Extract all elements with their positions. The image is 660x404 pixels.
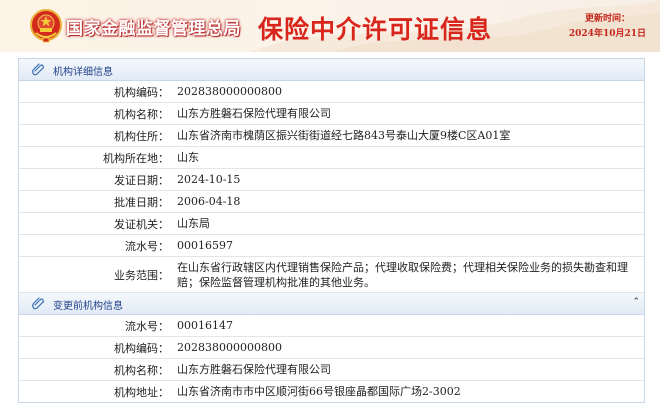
table-row: 机构所在地： 山东 (19, 147, 644, 169)
table-row: 流水号： 00016147 (19, 315, 644, 337)
national-emblem-icon (30, 9, 62, 43)
field-label: 发证机关： (114, 217, 169, 231)
field-label: 机构名称： (114, 107, 169, 121)
field-value: 202838000000800 (177, 341, 282, 354)
table-row: 机构编码： 202838000000800 (19, 337, 644, 359)
field-label: 业务范围： (114, 268, 169, 282)
page-title: 保险中介许可证信息 (258, 15, 493, 44)
table-row: 机构名称： 山东方胜磐石保险代理有限公司 (19, 103, 644, 125)
field-label: 流水号： (125, 319, 169, 333)
table-row: 批准日期： 2006-04-18 (19, 191, 644, 213)
paperclip-icon (32, 63, 44, 76)
field-value: 山东 (177, 151, 199, 164)
field-value: 山东方胜磐石保险代理有限公司 (177, 363, 331, 376)
section-title-previous: 变更前机构信息 (53, 301, 123, 312)
field-value: 2024-10-15 (177, 173, 241, 186)
field-label: 机构地址： (114, 385, 169, 399)
table-row: 业务范围： 在山东省行政辖区内代理销售保险产品；代理收取保险费；代理相关保险业务… (19, 257, 644, 293)
field-value: 山东省济南市市中区顺河街66号银座晶都国际广场2-3002 (177, 385, 461, 398)
field-label: 机构编码： (114, 85, 169, 99)
field-value: 在山东省行政辖区内代理销售保险产品；代理收取保险费；代理相关保险业务的损失勘查和… (177, 260, 628, 289)
paperclip-icon (32, 297, 44, 310)
field-value: 山东省济南市槐荫区振兴街街道经七路843号泰山大厦9楼C区A01室 (177, 129, 511, 142)
field-value: 2006-04-18 (177, 195, 241, 208)
double-chevron-up-icon[interactable]: ⌃ (632, 297, 640, 307)
field-label: 机构编码： (114, 341, 169, 355)
field-label: 机构名称： (114, 363, 169, 377)
table-row: 机构住所： 山东省济南市槐荫区振兴街街道经七路843号泰山大厦9楼C区A01室 (19, 125, 644, 147)
field-value: 00016147 (177, 319, 233, 332)
field-label: 发证日期： (114, 173, 169, 187)
field-label: 机构住所： (114, 129, 169, 143)
field-value: 山东方胜磐石保险代理有限公司 (177, 107, 331, 120)
field-label: 批准日期： (114, 195, 169, 209)
update-label: 更新时间： (584, 14, 630, 24)
update-date: 2024年10月21日 (568, 29, 646, 39)
field-value: 202838000000800 (177, 85, 282, 98)
field-value: 山东局 (177, 217, 210, 230)
table-row: 流水号： 00016597 (19, 235, 644, 257)
table-row: 机构地址： 山东省济南市市中区顺河街66号银座晶都国际广场2-3002 (19, 381, 644, 402)
field-label: 机构所在地： (103, 151, 169, 165)
field-label: 流水号： (125, 239, 169, 253)
section-header-detail: 机构详细信息 (19, 59, 644, 81)
field-value: 00016597 (177, 239, 233, 252)
license-info-panel: 机构详细信息 机构编码： 202838000000800 机构名称： 山东方胜磐… (18, 58, 645, 403)
org-name: 国家金融监督管理总局 (66, 19, 241, 39)
table-row: 发证机关： 山东局 (19, 213, 644, 235)
page-header: 国家金融监督管理总局 保险中介许可证信息 更新时间： 2024年10月21日 (0, 0, 660, 52)
section-title-detail: 机构详细信息 (53, 67, 113, 78)
table-row: 发证日期： 2024-10-15 (19, 169, 644, 191)
section-header-previous[interactable]: 变更前机构信息 ⌃ (19, 293, 644, 315)
table-row: 机构编码： 202838000000800 (19, 81, 644, 103)
update-info: 更新时间： 2024年10月21日 (569, 12, 646, 42)
table-row: 机构名称： 山东方胜磐石保险代理有限公司 (19, 359, 644, 381)
